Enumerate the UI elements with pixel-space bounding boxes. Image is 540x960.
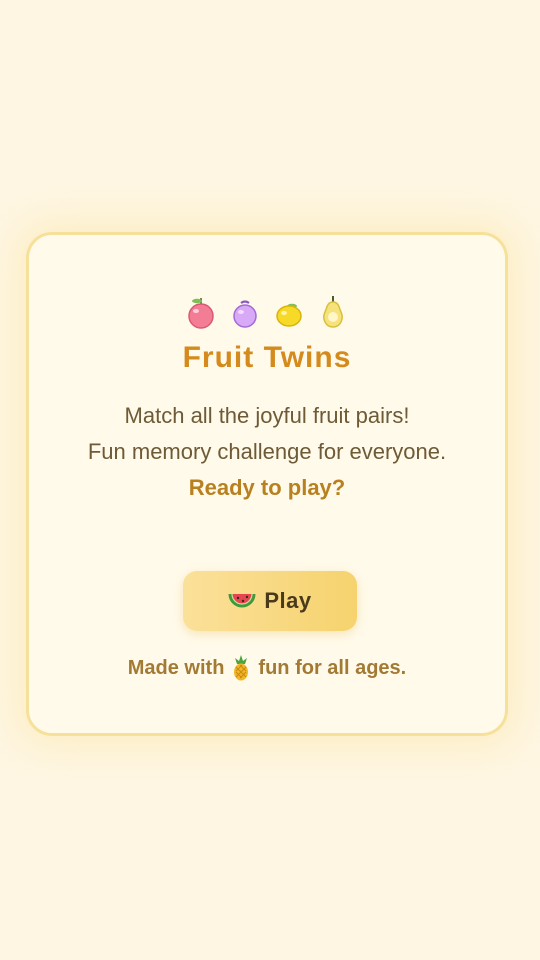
pear-icon (323, 296, 343, 328)
peach-icon (188, 298, 214, 329)
game-start-screen: Fruit Twins Match all the joyful fruit p… (0, 0, 540, 960)
description-line-1: Match all the joyful fruit pairs! (124, 403, 410, 428)
pineapple-icon (234, 655, 249, 681)
ready-prompt: Ready to play? (188, 475, 346, 500)
game-title: Fruit Twins (182, 341, 352, 374)
footer-text-after: fun for all ages. (258, 656, 407, 679)
play-button-label: Play (264, 588, 312, 613)
welcome-card: Fruit Twins Match all the joyful fruit p… (26, 232, 508, 736)
play-button[interactable]: Play (183, 571, 357, 631)
footer-tagline: Made with fun for all ages. (29, 655, 505, 681)
fruit-icon-row (29, 293, 505, 329)
lemon-icon (276, 303, 302, 327)
footer-text-before: Made with (127, 656, 225, 679)
watermelon-icon (228, 593, 256, 608)
description-line-2: Fun memory challenge for everyone. (87, 439, 447, 464)
plum-icon (233, 300, 257, 328)
